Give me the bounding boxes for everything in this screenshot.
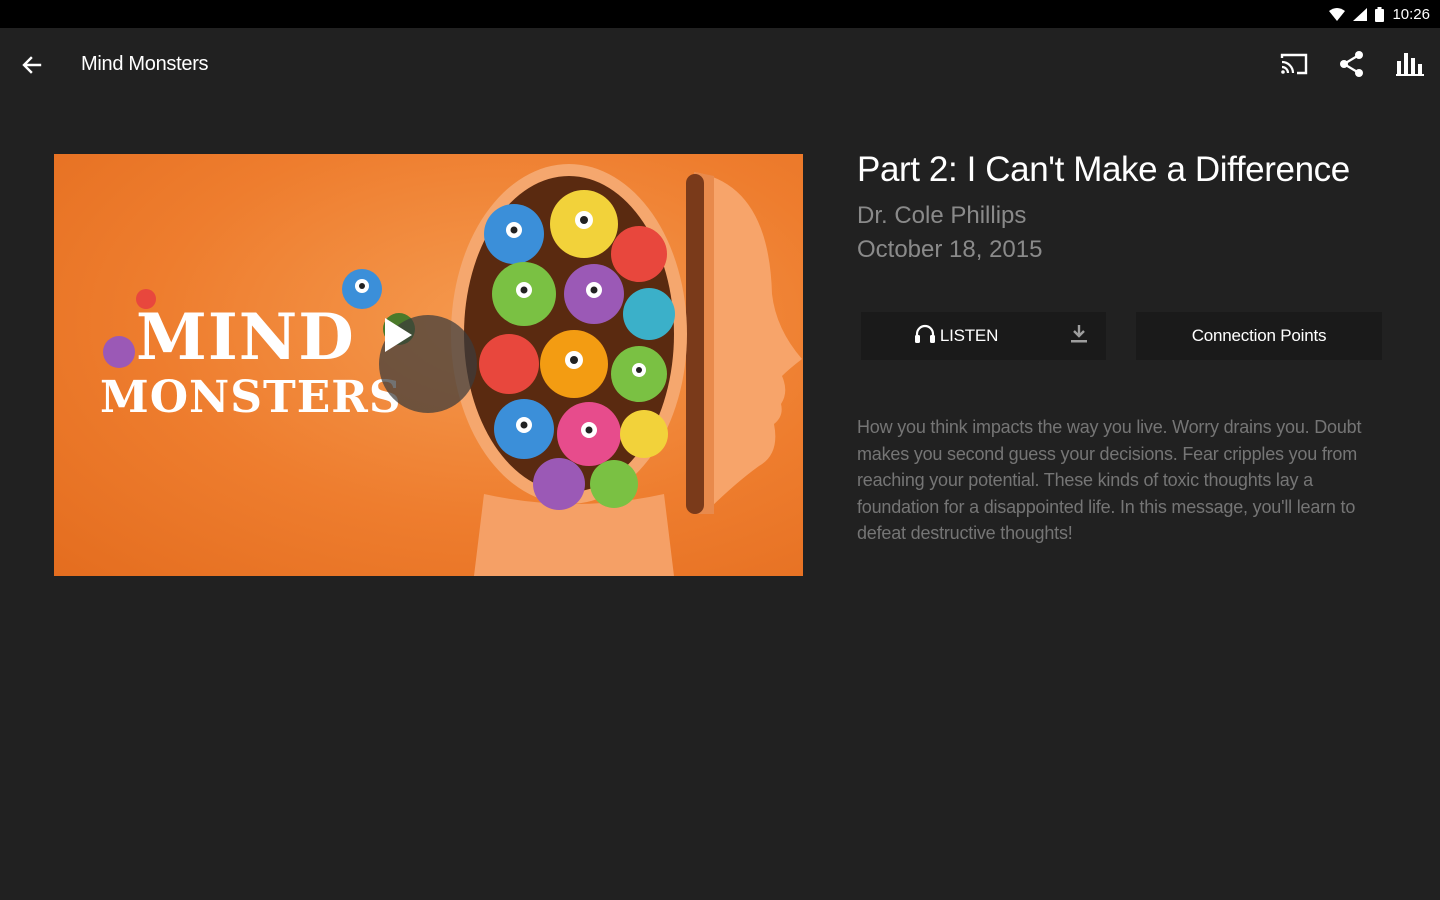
cast-button[interactable] bbox=[1276, 48, 1312, 84]
download-icon bbox=[1070, 324, 1088, 349]
bar-chart-icon bbox=[1396, 51, 1424, 82]
artwork-title-line-2: MONSTERS bbox=[100, 372, 402, 423]
play-button[interactable] bbox=[379, 315, 477, 413]
episode-date: October 18, 2015 bbox=[857, 236, 1043, 263]
back-button[interactable] bbox=[14, 49, 50, 85]
status-bar: 10:26 bbox=[0, 0, 1440, 28]
headphones-icon bbox=[914, 324, 936, 349]
cast-icon bbox=[1280, 52, 1308, 81]
app-title: Mind Monsters bbox=[81, 53, 209, 75]
share-button[interactable] bbox=[1334, 48, 1370, 84]
signal-icon bbox=[1353, 7, 1368, 21]
episode-title: Part 2: I Can't Make a Difference bbox=[857, 150, 1350, 189]
listen-button[interactable]: LISTEN bbox=[861, 312, 1051, 360]
status-icons: 10:26 bbox=[1329, 0, 1430, 28]
artwork-title-line-1: MIND bbox=[136, 300, 355, 375]
arrow-left-icon bbox=[22, 55, 42, 80]
series-artwork[interactable]: MIND MONSTERS bbox=[54, 154, 803, 576]
episode-description: How you think impacts the way you live. … bbox=[857, 417, 1362, 543]
speaker-name: Dr. Cole Phillips bbox=[857, 202, 1027, 229]
download-button[interactable] bbox=[1051, 312, 1106, 360]
battery-icon bbox=[1375, 6, 1385, 22]
stats-button[interactable] bbox=[1392, 48, 1428, 84]
connection-points-button[interactable]: Connection Points bbox=[1136, 312, 1382, 360]
listen-label: LISTEN bbox=[939, 326, 999, 345]
listen-group: LISTEN bbox=[861, 312, 1106, 360]
app-actions bbox=[1276, 48, 1428, 84]
wifi-icon bbox=[1329, 7, 1346, 21]
app-bar: Mind Monsters bbox=[0, 28, 1440, 102]
status-time: 10:26 bbox=[1392, 5, 1430, 23]
share-icon bbox=[1338, 50, 1366, 83]
